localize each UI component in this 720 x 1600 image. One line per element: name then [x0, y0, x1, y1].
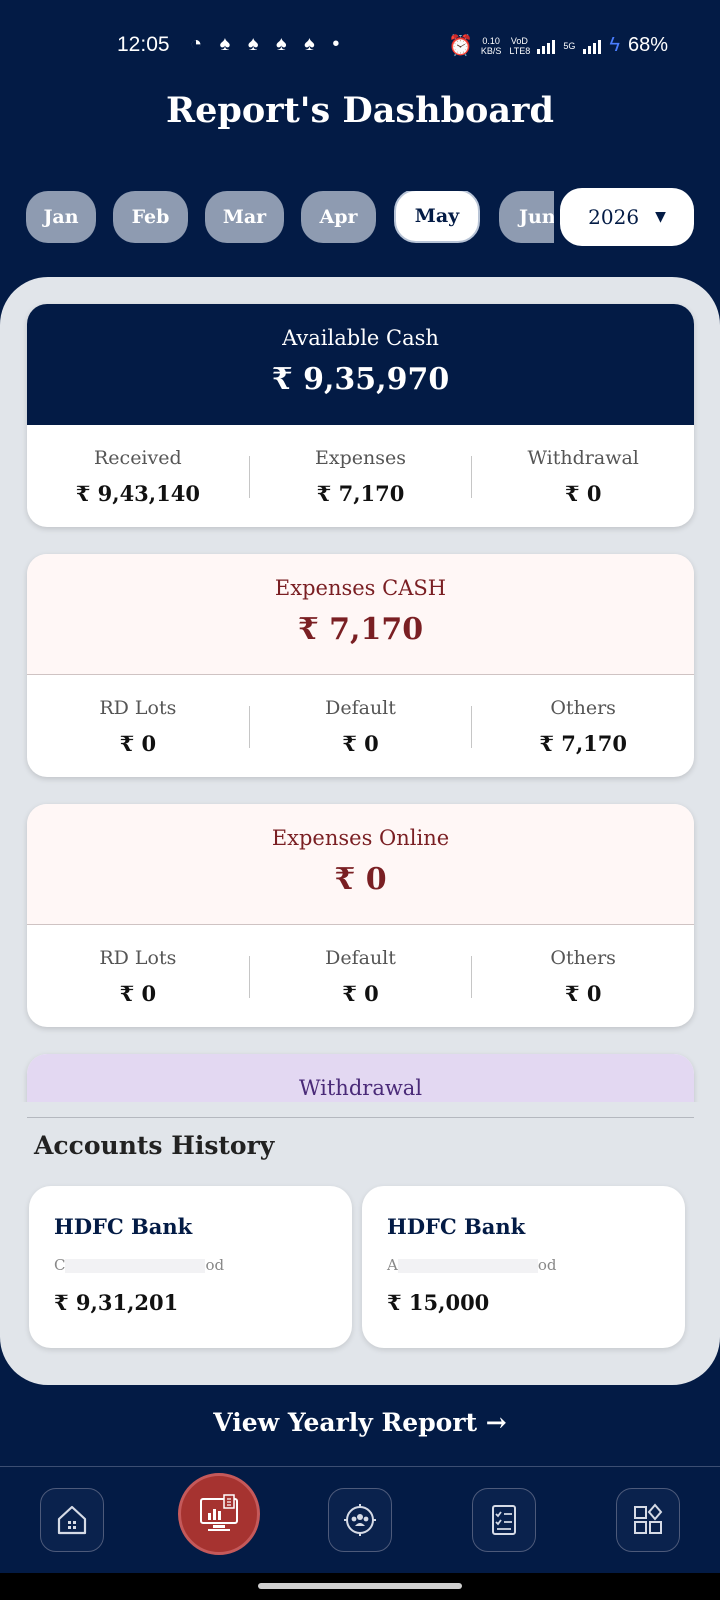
home-icon — [57, 1505, 87, 1535]
expenses-cash-label: Expenses CASH — [274, 576, 447, 600]
apps-icon — [634, 1503, 663, 1534]
expenses-cash-card: Expenses CASH ₹ 7,170 RD Lots ₹ 0 Default… — [27, 554, 694, 777]
nav-checklist-button[interactable] — [472, 1488, 536, 1552]
available-cash-value: ₹ 9,35,970 — [271, 362, 450, 397]
nav-home-button[interactable] — [40, 1488, 104, 1552]
month-may[interactable]: May — [394, 191, 480, 243]
report-icon — [200, 1494, 238, 1531]
summary-scroll-area[interactable]: Available Cash ₹ 9,35,970 Received ₹ 9,43… — [0, 277, 720, 1102]
network-speed: 0.10 KB/S — [480, 35, 502, 56]
expenses-cash-header: Expenses CASH ₹ 7,170 — [27, 554, 694, 675]
received-col: Received ₹ 9,43,140 — [75, 447, 200, 506]
account-amount: ₹ 9,31,201 — [54, 1290, 179, 1315]
team-icon — [344, 1504, 376, 1536]
withdrawal-header: Withdrawal — [27, 1054, 694, 1102]
status-bar: 12:05 ◔ ♠ ♠ ♠ ♠ • ⏰ 0.10 KB/S VoD LTE8 5G… — [0, 0, 720, 90]
year-dropdown[interactable]: 2026 ▼ — [560, 188, 694, 246]
others-col: Others ₹ 7,170 — [539, 697, 628, 756]
nav-apps-button[interactable] — [616, 1488, 680, 1552]
account-bank-name: HDFC Bank — [54, 1214, 193, 1239]
withdrawal-label: Withdrawal — [298, 1076, 423, 1100]
month-jan[interactable]: Jan — [26, 191, 96, 243]
withdrawal-col: Withdrawal ₹ 0 — [527, 447, 639, 506]
chevron-down-icon: ▼ — [655, 209, 666, 225]
expenses-online-card: Expenses Online ₹ 0 RD Lots ₹ 0 Default ₹ … — [27, 804, 694, 1027]
notification-icons: ◔ ♠ ♠ ♠ ♠ • — [190, 33, 346, 55]
account-amount: ₹ 15,000 — [387, 1290, 490, 1315]
page-title: Report's Dashboard — [166, 90, 554, 131]
network-type: 5G — [563, 40, 576, 51]
default-col: Default ₹ 0 — [325, 697, 396, 756]
signal-icon — [537, 38, 556, 54]
month-feb[interactable]: Feb — [113, 191, 188, 243]
month-apr[interactable]: Apr — [301, 191, 376, 243]
expenses-online-header: Expenses Online ₹ 0 — [27, 804, 694, 925]
available-cash-header: Available Cash ₹ 9,35,970 — [27, 304, 694, 425]
withdrawal-card: Withdrawal — [27, 1054, 694, 1102]
accounts-history-title: Accounts History — [34, 1131, 275, 1160]
available-cash-breakdown: Received ₹ 9,43,140 Expenses ₹ 7,170 Withd… — [27, 425, 694, 527]
expenses-online-value: ₹ 0 — [334, 862, 387, 897]
home-indicator[interactable] — [258, 1583, 462, 1589]
status-right: ⏰ 0.10 KB/S VoD LTE8 5G ϟ 68% — [448, 33, 668, 58]
nav-team-button[interactable] — [328, 1488, 392, 1552]
account-card[interactable]: HDFC Bank Cod ₹ 9,31,201 — [29, 1186, 352, 1348]
view-yearly-report-link[interactable]: View Yearly Report → — [0, 1408, 720, 1437]
expenses-cash-breakdown: RD Lots ₹ 0 Default ₹ 0 Others ₹ 7,170 — [27, 675, 694, 777]
month-selector[interactable]: Jan Feb Mar Apr May Jun — [26, 191, 554, 243]
charging-icon: ϟ — [609, 34, 620, 56]
account-subtitle: Cod — [54, 1256, 225, 1274]
month-jun[interactable]: Jun — [499, 191, 554, 243]
account-card[interactable]: HDFC Bank Aod ₹ 15,000 — [362, 1186, 685, 1348]
status-time: 12:05 — [117, 33, 170, 56]
signal-icon-2 — [583, 38, 602, 54]
redacted-text — [397, 1259, 538, 1273]
battery-level: 68% — [627, 34, 668, 56]
month-mar[interactable]: Mar — [205, 191, 284, 243]
section-divider — [27, 1117, 694, 1118]
dashboard-panel: Available Cash ₹ 9,35,970 Received ₹ 9,43… — [0, 277, 720, 1385]
expenses-col: Expenses ₹ 7,170 — [315, 447, 406, 506]
expenses-online-breakdown: RD Lots ₹ 0 Default ₹ 0 Others ₹ 0 — [27, 925, 694, 1027]
redacted-text — [65, 1259, 206, 1273]
rd-lots-col: RD Lots ₹ 0 — [99, 697, 177, 756]
available-cash-label: Available Cash — [282, 326, 439, 350]
expenses-online-label: Expenses Online — [271, 826, 450, 850]
checklist-icon — [492, 1505, 516, 1535]
account-subtitle: Aod — [387, 1256, 557, 1274]
available-cash-card: Available Cash ₹ 9,35,970 Received ₹ 9,43… — [27, 304, 694, 527]
account-bank-name: HDFC Bank — [387, 1214, 526, 1239]
default-col: Default ₹ 0 — [325, 947, 396, 1006]
volte-label: VoD LTE8 — [509, 35, 531, 56]
nav-report-button[interactable] — [178, 1473, 260, 1555]
year-value: 2026 — [588, 205, 640, 229]
nav-divider — [0, 1466, 720, 1467]
others-col: Others ₹ 0 — [550, 947, 616, 1006]
alarm-icon: ⏰ — [447, 35, 473, 57]
expenses-cash-value: ₹ 7,170 — [297, 612, 424, 647]
rd-lots-col: RD Lots ₹ 0 — [99, 947, 177, 1006]
